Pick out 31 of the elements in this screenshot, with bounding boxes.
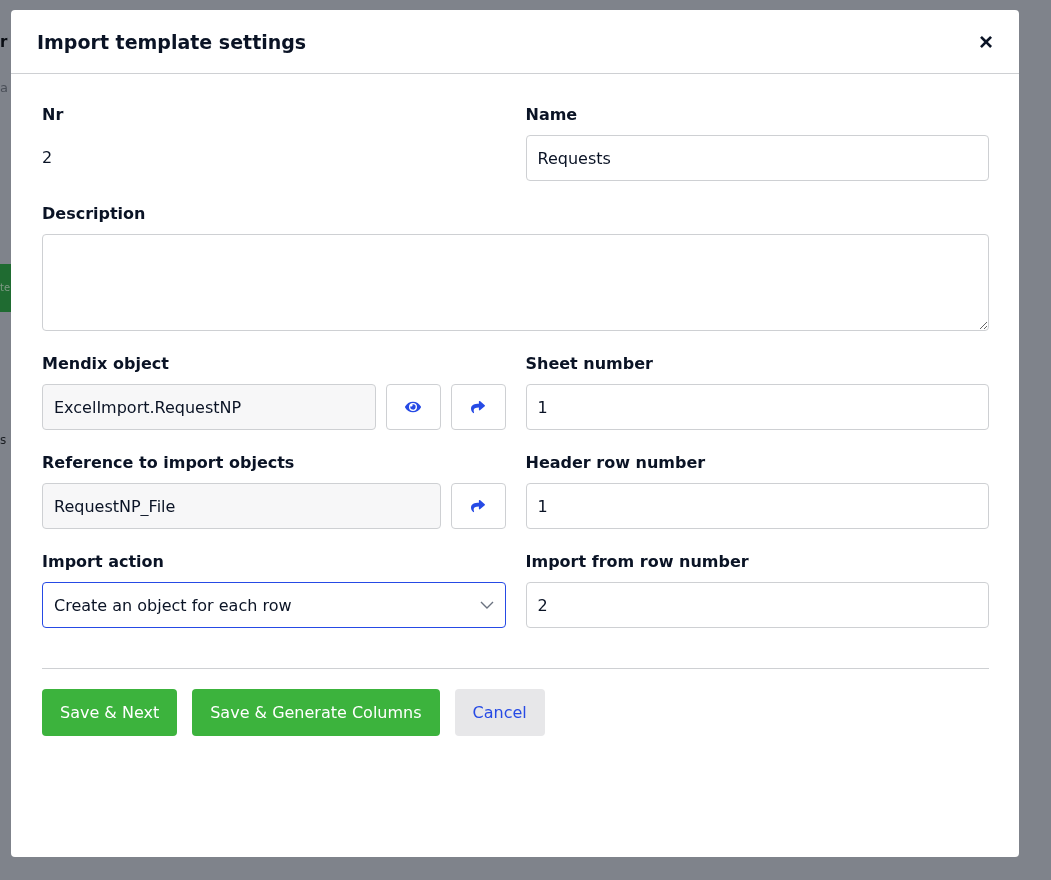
open-button[interactable] [450,483,506,529]
input-field[interactable]: 1 [525,483,989,529]
field-label: Nr [42,104,65,126]
curved-arrow-icon [471,499,485,513]
textarea-field[interactable] [42,234,989,331]
view-button[interactable] [385,384,441,430]
field-label: Mendix object [42,353,170,375]
input-field[interactable]: Requests [525,135,989,181]
close-button[interactable]: × [979,29,993,54]
readonly-field[interactable]: ExcelImport.RequestNP [42,384,376,430]
select-field[interactable]: Create an object for each row [42,582,506,628]
field-label: Reference to import objects [42,452,296,474]
dialog-title: Import template settings [37,30,307,53]
chevron-down-icon [479,601,494,609]
input-field[interactable]: 1 [525,384,989,430]
eye-icon [405,399,421,415]
field-label: Sheet number [525,353,654,375]
field-label: Header row number [525,452,707,474]
curved-arrow-icon [471,400,485,414]
readonly-field[interactable]: RequestNP_File [42,483,441,529]
field-label: Description [42,203,147,225]
background-text: r [0,34,9,50]
background-text: te [0,264,11,312]
field-label: Import from row number [525,551,750,573]
field-label: Name [525,104,579,126]
input-field[interactable]: 2 [525,582,989,628]
field-value: 2 [42,147,54,169]
field-label: Import action [42,551,165,573]
background-text: s [0,432,8,448]
open-button[interactable] [450,384,506,430]
dialog-button[interactable]: Cancel [454,689,545,736]
